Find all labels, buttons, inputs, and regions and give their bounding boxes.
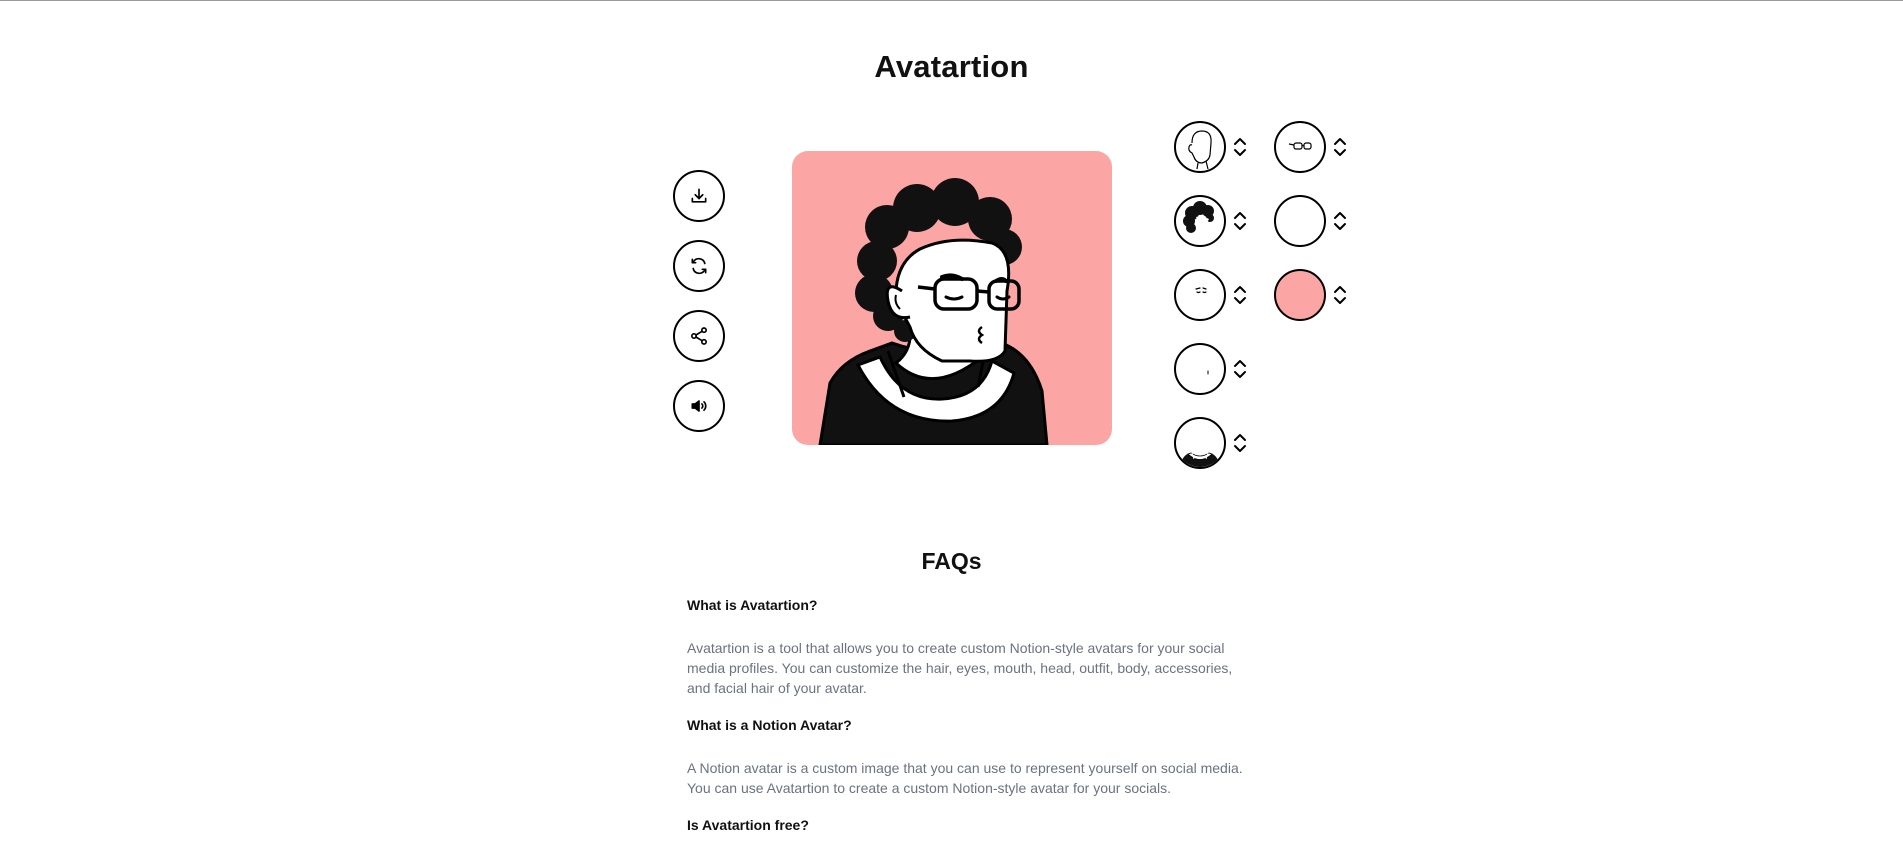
faq-answer: A Notion avatar is a custom image that y… bbox=[687, 760, 1243, 796]
download-icon bbox=[691, 188, 707, 203]
color-swatch-icon bbox=[1276, 271, 1324, 319]
accessories-picker bbox=[1274, 121, 1348, 173]
mouth-option[interactable] bbox=[1174, 343, 1226, 395]
accessories-option[interactable] bbox=[1274, 121, 1326, 173]
chevron-up-down-icon bbox=[1334, 212, 1346, 230]
faq-question: What is a Notion Avatar? bbox=[687, 717, 852, 733]
avatar-preview bbox=[792, 151, 1112, 445]
background-color-picker bbox=[1274, 269, 1348, 321]
head-stepper[interactable] bbox=[1232, 135, 1248, 159]
share-button[interactable] bbox=[673, 310, 725, 362]
accessories-stepper[interactable] bbox=[1332, 135, 1348, 159]
faq-item: What is Avatartion? Avatartion is a tool… bbox=[687, 597, 1247, 698]
eyes-stepper[interactable] bbox=[1232, 283, 1248, 307]
refresh-button[interactable] bbox=[673, 240, 725, 292]
faq-item: Is Avatartion free? bbox=[687, 817, 1247, 833]
faq-question: What is Avatartion? bbox=[687, 597, 818, 613]
outfit-icon bbox=[1180, 452, 1220, 467]
refresh-icon bbox=[691, 257, 707, 275]
faq-answer: Avatartion is a tool that allows you to … bbox=[687, 640, 1233, 696]
speaker-icon bbox=[691, 400, 707, 412]
outfit-stepper[interactable] bbox=[1232, 431, 1248, 455]
facial-hair-option[interactable] bbox=[1274, 195, 1326, 247]
hair-option[interactable] bbox=[1174, 195, 1226, 247]
empty-icon bbox=[1276, 197, 1324, 245]
chevron-up-down-icon bbox=[1234, 360, 1246, 378]
facial-hair-picker bbox=[1274, 195, 1348, 247]
outfit-option[interactable] bbox=[1174, 417, 1226, 469]
chevron-up-down-icon bbox=[1234, 212, 1246, 230]
hair-icon bbox=[1183, 201, 1214, 233]
eyes-icon bbox=[1195, 287, 1207, 294]
faq-item: What is a Notion Avatar? A Notion avatar… bbox=[687, 717, 1247, 798]
share-icon bbox=[691, 327, 707, 345]
chevron-up-down-icon bbox=[1234, 434, 1246, 452]
sound-button[interactable] bbox=[673, 380, 725, 432]
head-picker bbox=[1174, 121, 1248, 173]
mouth-stepper[interactable] bbox=[1232, 357, 1248, 381]
chevron-up-down-icon bbox=[1234, 286, 1246, 304]
faq-question: Is Avatartion free? bbox=[687, 817, 809, 833]
hair-picker bbox=[1174, 195, 1248, 247]
eyes-option[interactable] bbox=[1174, 269, 1226, 321]
mouth-picker bbox=[1174, 343, 1248, 395]
download-button[interactable] bbox=[673, 170, 725, 222]
hair-stepper[interactable] bbox=[1232, 209, 1248, 233]
page-title: Avatartion bbox=[874, 49, 1029, 84]
chevron-up-down-icon bbox=[1334, 138, 1346, 156]
head-option[interactable] bbox=[1174, 121, 1226, 173]
facial-hair-stepper[interactable] bbox=[1332, 209, 1348, 233]
mouth-icon bbox=[1207, 370, 1209, 375]
background-color-option[interactable] bbox=[1274, 269, 1326, 321]
chevron-up-down-icon bbox=[1334, 286, 1346, 304]
eyes-picker bbox=[1174, 269, 1248, 321]
head-icon bbox=[1188, 130, 1212, 170]
glasses-icon bbox=[1288, 142, 1312, 150]
chevron-up-down-icon bbox=[1234, 138, 1246, 156]
avatar-illustration bbox=[792, 151, 1112, 445]
background-color-stepper[interactable] bbox=[1332, 283, 1348, 307]
action-toolbar bbox=[673, 170, 725, 450]
outfit-picker bbox=[1174, 417, 1248, 469]
faq-title: FAQs bbox=[921, 548, 982, 574]
